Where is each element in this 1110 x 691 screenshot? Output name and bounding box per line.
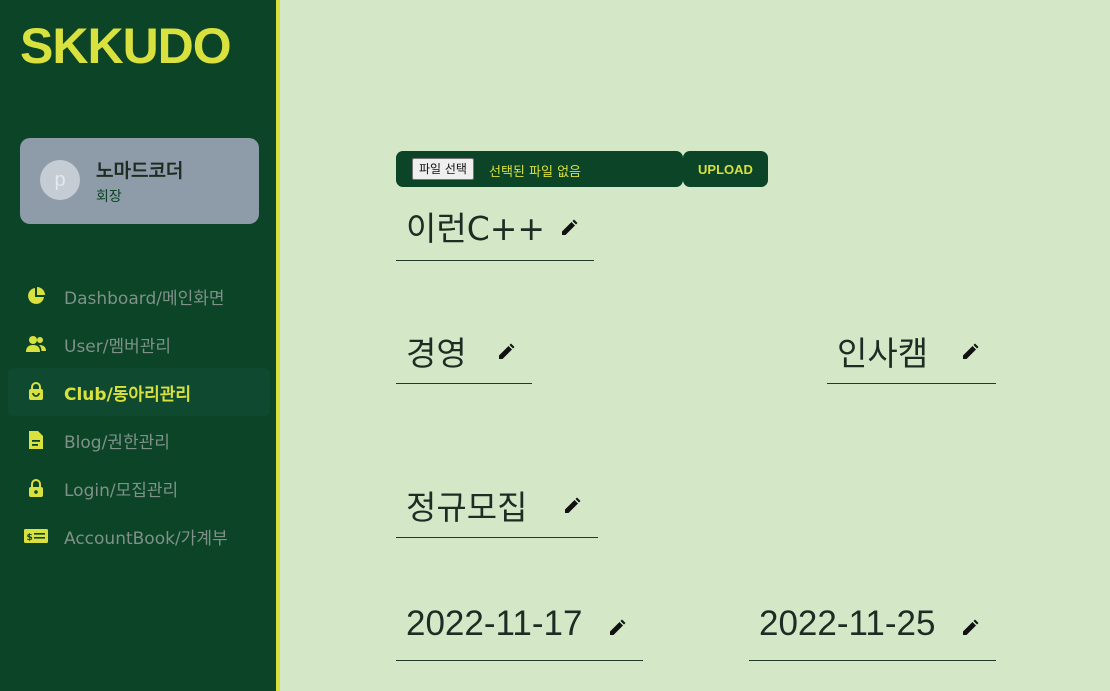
svg-text:$: $ [27, 533, 33, 543]
edit-pencil-icon[interactable] [961, 343, 979, 361]
money-icon: $ [24, 524, 48, 548]
club-campus-value: 인사캠 [837, 334, 929, 373]
club-name-value: 이런C++ [406, 209, 546, 248]
sidebar-item-label: AccountBook/가계부 [64, 528, 228, 549]
choose-file-button[interactable]: 파일 선택 [412, 158, 474, 180]
sidebar-item-label: Dashboard/메인화면 [64, 288, 225, 309]
sidebar-item-label: Login/모집관리 [64, 480, 179, 501]
sidebar-item-dashboard[interactable]: Dashboard/메인화면 [8, 272, 270, 320]
bag-icon [24, 380, 48, 404]
sidebar-nav: Dashboard/메인화면 User/멤버관리 Club/동아리관리 Blog… [8, 272, 270, 560]
sidebar-item-accountbook[interactable]: $ AccountBook/가계부 [8, 512, 270, 560]
club-campus-field: 인사캠 [827, 318, 996, 384]
club-category-value: 경영 [406, 334, 467, 373]
profile-role: 회장 [96, 189, 122, 205]
edit-pencil-icon[interactable] [608, 619, 626, 637]
sidebar-item-blog[interactable]: Blog/권한관리 [8, 416, 270, 464]
sidebar-item-label: Club/동아리관리 [64, 384, 191, 405]
lock-icon [24, 476, 48, 500]
recruit-type-field: 정규모집 [396, 472, 598, 538]
avatar: p [40, 160, 80, 200]
start-date-field: 2022-11-17 [396, 595, 643, 661]
edit-pencil-icon[interactable] [961, 619, 979, 637]
app-logo[interactable]: SKKUDO [20, 20, 232, 72]
club-name-field: 이런C++ [396, 196, 594, 261]
edit-pencil-icon[interactable] [497, 343, 515, 361]
profile-name: 노마드코더 [96, 160, 184, 182]
sidebar-item-label: Blog/권한관리 [64, 432, 170, 453]
sidebar-item-label: User/멤버관리 [64, 336, 172, 357]
sidebar: SKKUDO p 노마드코더 회장 Dashboard/메인화면 User/멤버… [0, 0, 276, 691]
file-input[interactable]: 파일 선택 선택된 파일 없음 [396, 151, 683, 187]
pie-chart-icon [24, 284, 48, 308]
club-category-field: 경영 [396, 318, 532, 384]
sidebar-item-login[interactable]: Login/모집관리 [8, 464, 270, 512]
document-icon [24, 428, 48, 452]
edit-pencil-icon[interactable] [560, 219, 578, 237]
start-date-value: 2022-11-17 [406, 604, 583, 643]
sidebar-item-user[interactable]: User/멤버관리 [8, 320, 270, 368]
recruit-type-value: 정규모집 [406, 488, 528, 527]
sidebar-divider [276, 0, 280, 691]
upload-button[interactable]: UPLOAD [683, 151, 768, 187]
end-date-field: 2022-11-25 [749, 595, 996, 661]
end-date-value: 2022-11-25 [759, 604, 936, 643]
edit-pencil-icon[interactable] [563, 497, 581, 515]
sidebar-item-club[interactable]: Club/동아리관리 [8, 368, 270, 416]
users-icon [24, 332, 48, 356]
profile-card[interactable]: p 노마드코더 회장 [20, 138, 259, 224]
file-status-text: 선택된 파일 없음 [489, 165, 581, 180]
